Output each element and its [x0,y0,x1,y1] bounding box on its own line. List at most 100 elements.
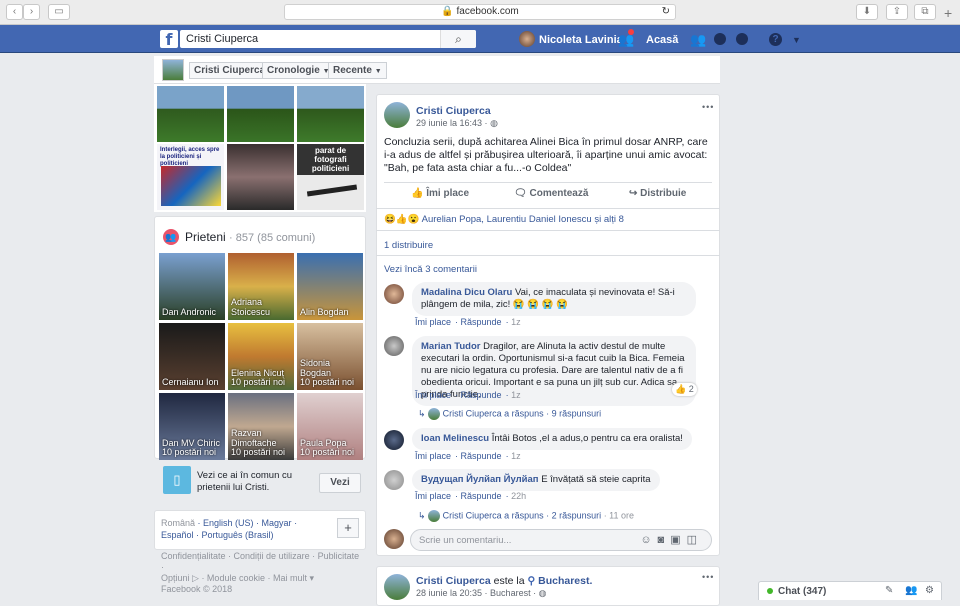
like-label: Îmi place [426,188,470,199]
profile-name-button[interactable]: Cristi Ciuperca [189,62,271,79]
commenter-avatar[interactable] [384,336,404,356]
messenger-icon[interactable] [714,33,726,45]
facebook-logo-icon[interactable]: f [160,30,178,49]
comment-like[interactable]: Îmi place [415,317,451,327]
share-icon[interactable]: ⇪ [886,4,908,20]
group-icon[interactable]: 👥 [905,585,917,596]
location-link[interactable]: ⚲ Bucharest. [527,575,592,587]
comment-tools-icon[interactable]: ☺◙▣◫ [640,533,703,546]
sidebar-icon[interactable]: ▭ [48,4,70,20]
language-link[interactable]: Português (Brasil) [202,530,274,540]
search-input[interactable]: Cristi Ciuperca ⌕ [180,30,476,48]
help-icon[interactable]: ? [769,33,782,46]
like-button[interactable]: 👍 Îmi place [411,188,469,199]
more-comments-link[interactable]: Vezi încă 3 comentarii [384,264,477,275]
friend-tile[interactable]: Paula Popa 10 postări noi [297,393,363,460]
comment-author[interactable]: Madalina Dicu Olaru [421,287,512,298]
comment-like[interactable]: Îmi place [415,390,451,400]
commenter-avatar[interactable] [384,430,404,450]
friend-tile[interactable]: Razvan Dimoftache 10 postări noi [228,393,294,460]
comment-button[interactable]: 🗨 Comentează [514,188,588,199]
friend-tile[interactable]: Dan Andronic [159,253,225,320]
author-avatar[interactable] [384,102,410,128]
find-friends-icon[interactable]: 👥 [618,29,634,48]
footer-line[interactable]: Confidențialitate · Condiții de utilizar… [161,551,361,573]
forward-icon[interactable]: › [23,4,40,20]
friend-tile[interactable]: Sidonia Bogdan 10 postări noi [297,323,363,390]
post-time[interactable]: 28 iunie la 20:35 · Bucharest · ◍ [416,588,546,599]
chat-bar[interactable]: Chat (347) ✎ 👥 ⚙ [758,581,942,600]
post-time[interactable]: 29 iunie la 16:43 · ◍ [416,118,498,129]
footer-line[interactable]: Opțiuni ▷ · Module cookie · Mai mult ▾ [161,573,361,584]
comment-reply[interactable]: Răspunde [461,451,502,461]
reload-icon[interactable]: ↻ [662,5,670,19]
friend-requests-icon[interactable]: 👥 [690,32,706,48]
reply-count: · 2 răspunsuri [546,510,602,521]
profile-thumbnail[interactable] [162,59,184,81]
comment-input[interactable]: Scrie un comentariu... ☺◙▣◫ [410,529,712,551]
comment-like[interactable]: Îmi place [415,451,451,461]
photo-interior[interactable] [227,144,294,210]
language-link[interactable]: Magyar [262,518,292,528]
photo-stadium-2[interactable] [227,86,294,142]
download-icon[interactable]: ⬇ [856,4,878,20]
comment-bubble: Madalina Dicu Olaru Vai, ce imaculata și… [412,282,696,316]
photo-stadium-1[interactable] [157,86,224,142]
post-author[interactable]: Cristi Ciuperca [416,575,491,587]
comment-author[interactable]: Вудущап Йулйап Йулйап [421,474,539,485]
recent-button[interactable]: Recente ▼ [328,62,387,79]
replies-link[interactable]: ↳ Cristi Ciuperca a răspuns · 2 răspunsu… [418,510,634,522]
photo-newspaper[interactable]: Interlegii, acces spre la politicieni și… [157,144,224,210]
home-link[interactable]: Acasă [646,34,678,46]
chevron-down-icon: ▼ [374,68,382,75]
commenter-avatar[interactable] [384,470,404,490]
search-icon[interactable]: ⌕ [440,30,476,48]
account-menu-icon[interactable]: ▼ [792,35,801,45]
replies-link[interactable]: ↳ Cristi Ciuperca a răspuns · 9 răspunsu… [418,408,601,420]
shares-count[interactable]: 1 distribuire [384,240,433,251]
friend-tile[interactable]: Dan MV Chiric 10 postări noi [159,393,225,460]
address-bar[interactable]: 🔒 facebook.com ↻ [284,4,676,20]
notifications-icon[interactable] [736,33,748,45]
comment-reply[interactable]: Răspunde [461,390,502,400]
post-author[interactable]: Cristi Ciuperca [416,105,491,117]
photo-stadium-3[interactable] [297,86,364,142]
language-link[interactable]: Español [161,530,194,540]
timeline-label: Cronologie [267,65,320,76]
friend-sub: 10 postări noi [231,447,286,457]
friend-tile[interactable]: Adriana Stoicescu [228,253,294,320]
language-link[interactable]: English (US) [203,518,254,528]
comment-reply[interactable]: Răspunde [461,317,502,327]
author-avatar[interactable] [384,574,410,600]
reactions-summary[interactable]: 😆👍😮 Aurelian Popa, Laurentiu Daniel Ione… [384,214,624,225]
friend-tile[interactable]: Cernaianu Ion [159,323,225,390]
user-name-link[interactable]: Nicoleta Lavinia [539,34,623,46]
add-language-button[interactable]: + [337,518,359,538]
tabs-icon[interactable]: ⧉ [914,4,936,20]
globe-icon: ◍ [490,118,498,128]
user-avatar[interactable] [519,31,535,47]
comment-reactions[interactable]: 👍 2 [672,383,697,396]
new-tab-icon[interactable]: + [944,5,952,21]
comment-like[interactable]: Îmi place [415,491,451,501]
comment-reply[interactable]: Răspunde [461,491,502,501]
friends-title[interactable]: Prieteni · 857 (85 comuni) [185,230,315,244]
share-button[interactable]: ↪ Distribuie [629,188,686,199]
post-options-icon[interactable]: ••• [702,572,714,582]
gear-icon[interactable]: ⚙ [925,585,934,596]
friend-tile[interactable]: Alin Bogdan [297,253,363,320]
globe-icon: ◍ [538,588,547,598]
see-common-button[interactable]: Vezi [319,473,361,493]
back-icon[interactable]: ‹ [6,4,23,20]
footer-copyright: Facebook © 2018 [161,584,233,594]
compose-icon[interactable]: ✎ [885,585,893,596]
timeline-button[interactable]: Cronologie ▼ [262,62,335,79]
friend-tile[interactable]: Elenina Nicuț 10 postări noi [228,323,294,390]
commenter-avatar[interactable] [384,284,404,304]
photo-rifle[interactable]: parat de fotografi politicieni [297,144,364,210]
comment-author[interactable]: Marian Tudor [421,341,480,352]
common-text: Vezi ce ai în comun cu prietenii lui Cri… [197,470,293,493]
comment-author[interactable]: Ioan Melinescu [421,433,489,444]
reply-avatar [428,510,441,522]
post-options-icon[interactable]: ••• [702,102,714,112]
